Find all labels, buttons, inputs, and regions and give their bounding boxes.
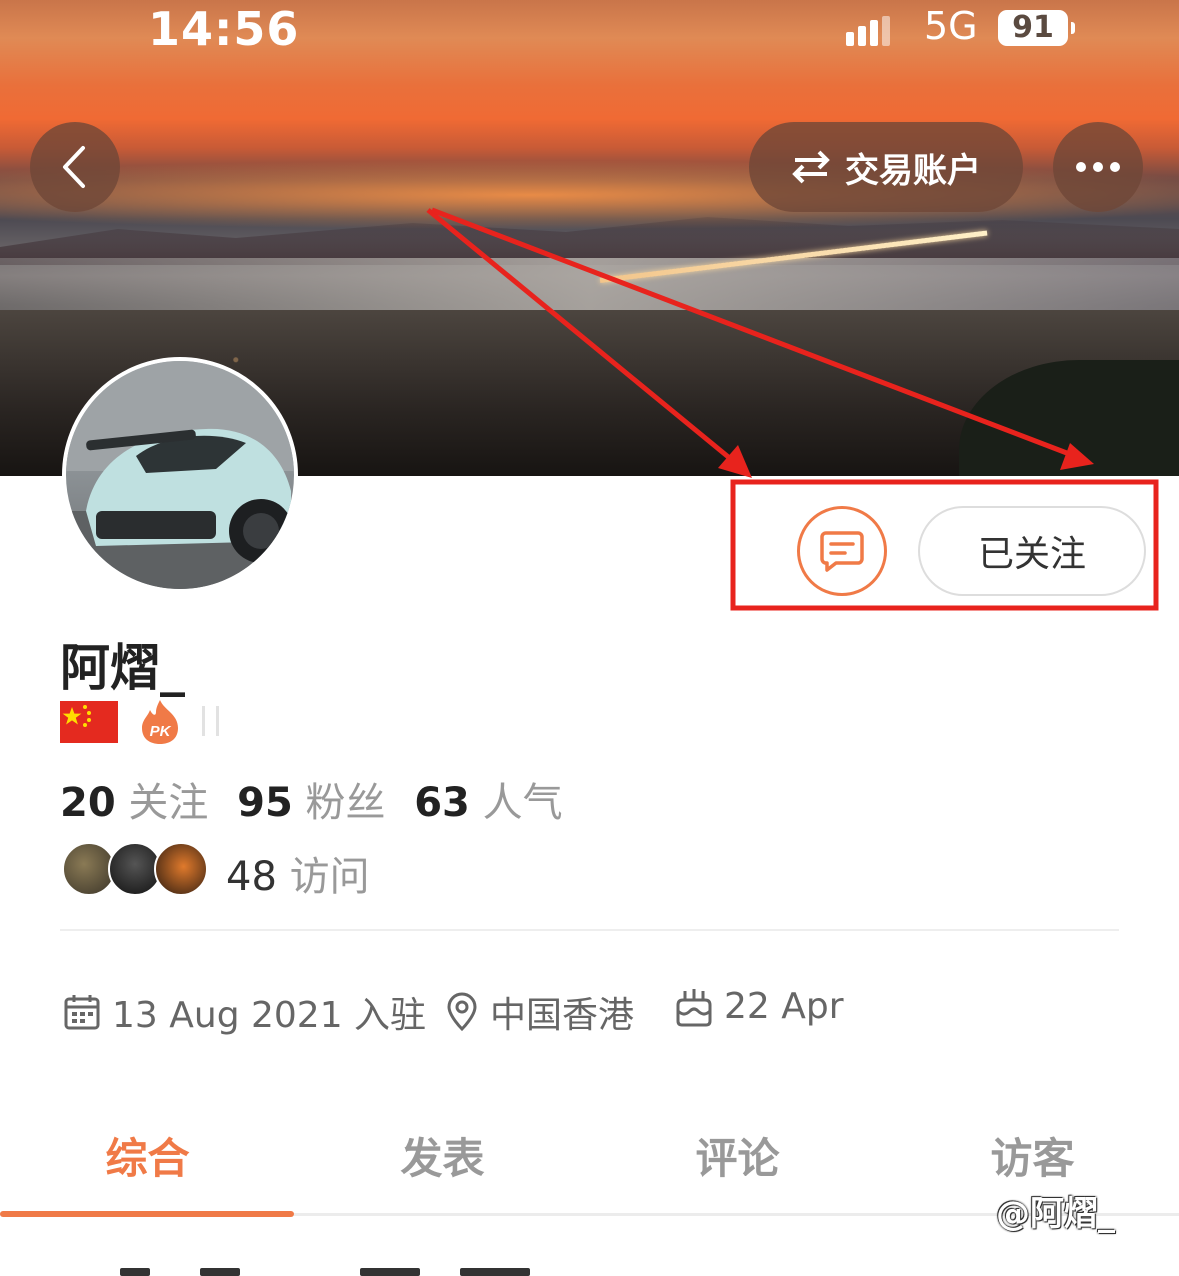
avatar-car-image (66, 361, 294, 589)
avatar[interactable] (62, 357, 298, 593)
back-icon (63, 146, 85, 188)
message-button[interactable] (797, 506, 887, 596)
battery-indicator: 91 (998, 10, 1075, 46)
signal-icon (846, 16, 890, 46)
visitor-avatar (154, 842, 208, 896)
visits-stat[interactable]: 48 访问 (226, 844, 370, 902)
username: 阿熠_ (60, 639, 185, 697)
svg-text:PK: PK (150, 723, 172, 740)
pk-fire-icon: PK (138, 698, 182, 746)
calendar-icon (64, 995, 100, 1030)
tab-overview[interactable]: 综合 (0, 1125, 295, 1186)
birthday-text: 22 Apr (724, 986, 844, 1027)
birthday: 22 Apr (674, 986, 844, 1027)
network-label: 5G (924, 4, 978, 48)
tab-comments[interactable]: 评论 (590, 1125, 885, 1186)
divider (60, 929, 1119, 931)
profile-stats: 20 关注 95 粉丝 63 人气 (60, 770, 563, 828)
popularity-stat[interactable]: 63 人气 (414, 780, 562, 826)
badge-separator (202, 706, 224, 738)
more-icon (1076, 162, 1120, 172)
tab-visitors[interactable]: 访客 (885, 1125, 1179, 1186)
following-stat[interactable]: 20 关注 (60, 780, 224, 826)
location-icon (447, 992, 477, 1032)
back-button[interactable] (30, 122, 120, 212)
trade-account-button[interactable]: 交易账户 (749, 122, 1023, 212)
status-time: 14:56 (148, 2, 300, 56)
china-flag-icon (60, 701, 118, 743)
trade-account-label: 交易账户 (845, 150, 981, 191)
message-icon (820, 531, 864, 572)
location: 中国香港 (444, 986, 634, 1038)
followers-stat[interactable]: 95 粉丝 (237, 780, 401, 826)
joined-date: 13 Aug 2021 入驻 (62, 986, 426, 1038)
location-text: 中国香港 (490, 995, 635, 1036)
follow-button[interactable]: 已关注 (918, 506, 1146, 596)
banner-bay (0, 258, 1179, 318)
swap-icon (792, 150, 830, 184)
tab-posts[interactable]: 发表 (295, 1125, 590, 1186)
joined-text: 13 Aug 2021 入驻 (112, 995, 427, 1036)
more-button[interactable] (1053, 122, 1143, 212)
watermark: @阿熠_ (996, 1194, 1115, 1234)
cake-icon (676, 988, 712, 1026)
tab-active-indicator (0, 1211, 294, 1217)
content-peek (60, 1262, 580, 1276)
